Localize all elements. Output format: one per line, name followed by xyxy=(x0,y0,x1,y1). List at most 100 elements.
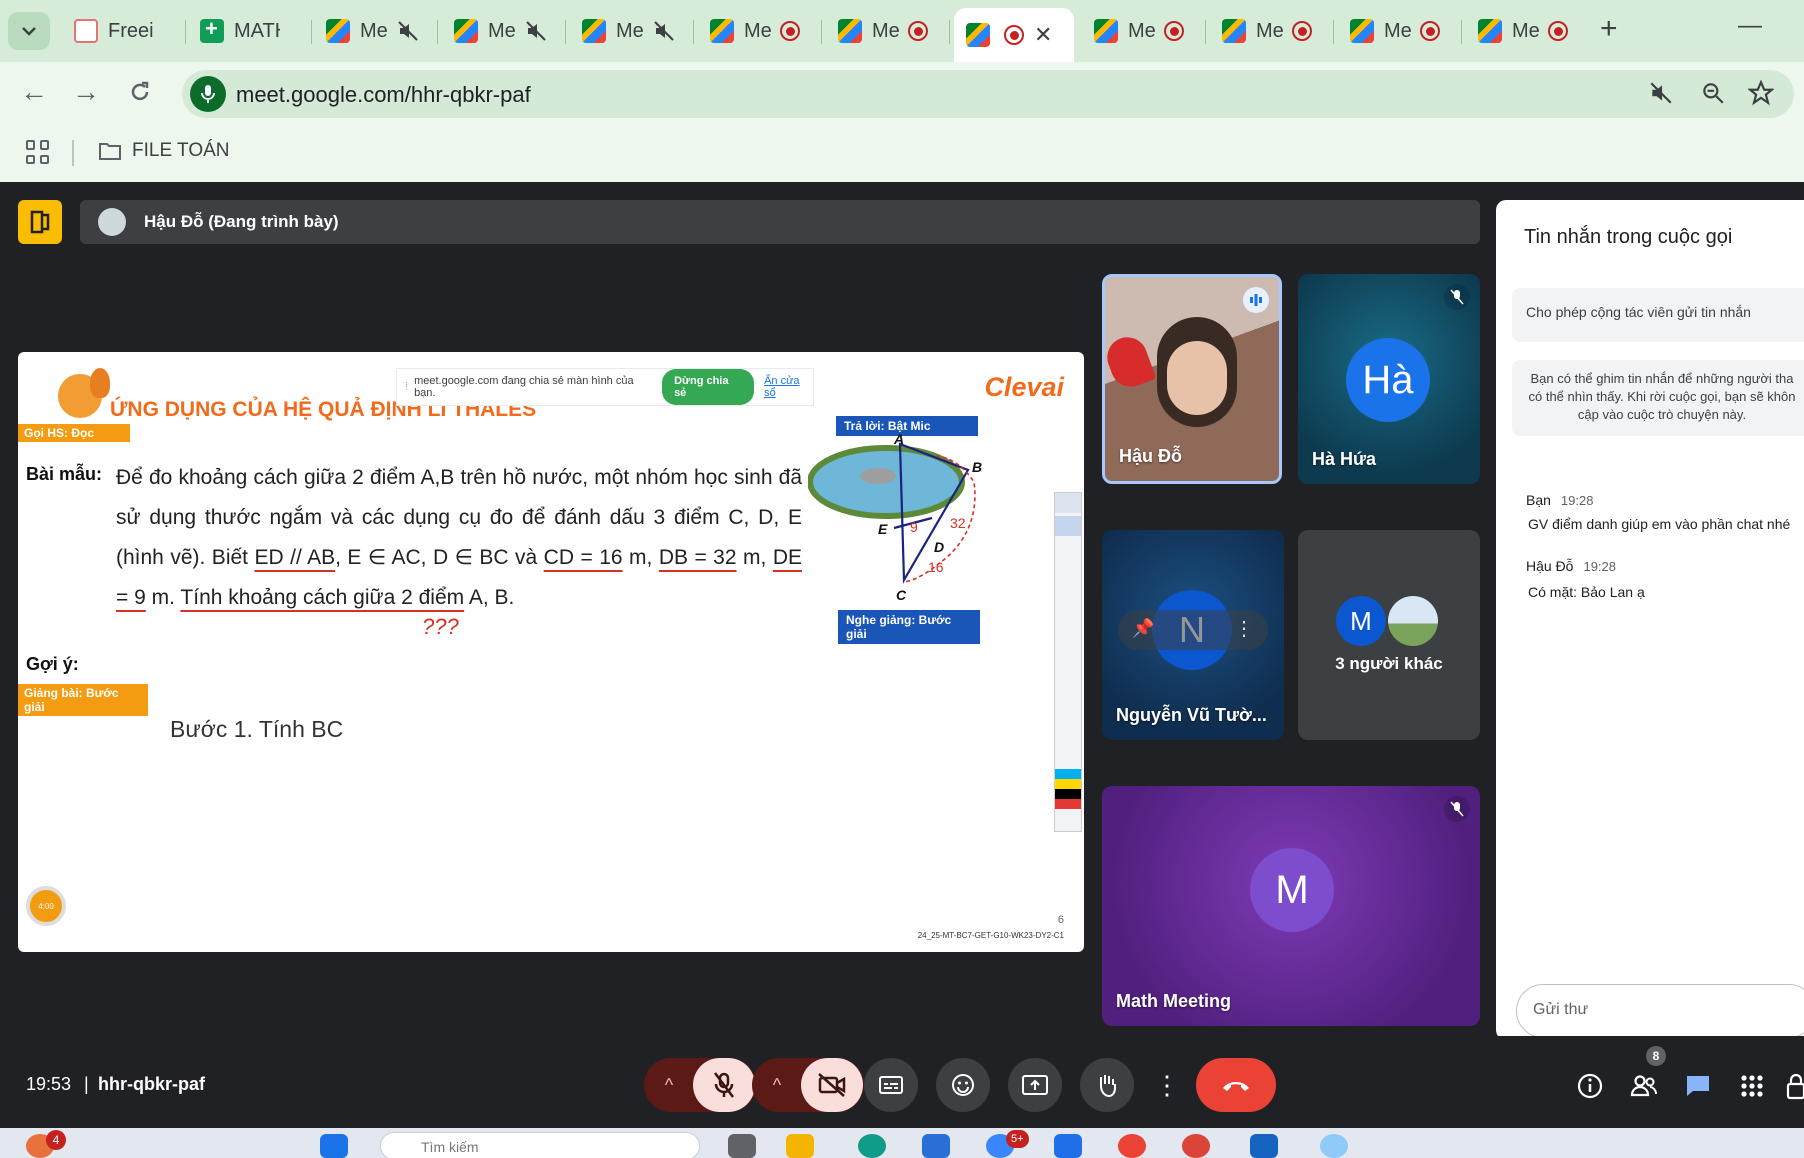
tab-meet[interactable]: Me xyxy=(698,10,822,52)
calendar-icon[interactable] xyxy=(1250,1134,1278,1158)
participant-tile-others[interactable]: M 3 người khác xyxy=(1298,530,1480,740)
allow-messages-toggle[interactable]: Cho phép cộng tác viên gửi tin nhắn xyxy=(1512,288,1804,342)
mic-off-button[interactable] xyxy=(693,1058,755,1112)
clipboard-icon[interactable] xyxy=(1055,746,1081,766)
recording-icon xyxy=(1004,25,1024,45)
pointer-icon[interactable] xyxy=(1055,516,1081,536)
present-screen-icon xyxy=(1022,1075,1048,1095)
lake-triangle-figure: A B C D E 9 32 16 xyxy=(808,432,982,603)
chevron-up-icon[interactable]: ^ xyxy=(645,1075,693,1096)
tab-meet-active[interactable]: ✕ xyxy=(954,8,1074,62)
present-layout-button[interactable] xyxy=(18,200,62,244)
pen-icon[interactable] xyxy=(1055,539,1081,559)
tab-title: MATH_ xyxy=(234,19,280,42)
url-text[interactable]: meet.google.com/hhr-qbkr-paf xyxy=(236,82,531,108)
screen-icon[interactable] xyxy=(1055,700,1081,720)
emoji-reactions-button[interactable] xyxy=(936,1058,990,1112)
close-tab-icon[interactable]: ✕ xyxy=(1034,22,1052,48)
chrome-icon[interactable] xyxy=(1118,1134,1146,1158)
back-arrow-icon[interactable]: ← xyxy=(20,76,48,108)
taskbar-search-input[interactable]: Tìm kiếm xyxy=(380,1132,700,1158)
highlighter-icon[interactable] xyxy=(1055,562,1081,582)
participant-tile-math-meeting[interactable]: M Math Meeting xyxy=(1102,786,1480,1026)
meet-icon xyxy=(1478,19,1502,43)
tab-title: Me xyxy=(872,19,900,42)
bookmark-folder[interactable]: FILE TOÁN xyxy=(98,140,230,162)
reload-icon[interactable] xyxy=(128,80,152,104)
muted-speaker-icon[interactable] xyxy=(524,19,548,43)
chevron-up-icon[interactable]: ^ xyxy=(753,1075,801,1096)
participant-tile-nguyen-vu[interactable]: N 📌 ⋮ Nguyễn Vũ Tườ... xyxy=(1102,530,1284,740)
people-icon[interactable] xyxy=(1630,1072,1658,1100)
undo-icon[interactable] xyxy=(1055,654,1081,674)
stop-sharing-button[interactable]: Dừng chia sẻ xyxy=(662,369,755,405)
tab-meet[interactable]: Me xyxy=(570,10,694,52)
door-icon xyxy=(30,210,50,234)
task-view-icon[interactable] xyxy=(728,1134,756,1158)
figure-number-label: 16 xyxy=(928,559,944,575)
participant-tile-hau-do[interactable]: Hậu Đỗ xyxy=(1102,274,1282,484)
microphone-icon[interactable] xyxy=(190,76,226,112)
start-menu-icon[interactable] xyxy=(320,1134,348,1158)
zoom-icon[interactable] xyxy=(1700,80,1726,106)
present-screen-button[interactable] xyxy=(1008,1058,1062,1112)
apps-grid-icon[interactable] xyxy=(26,140,50,164)
drag-handle-icon[interactable]: ⁞ xyxy=(405,381,408,393)
file-explorer-icon[interactable] xyxy=(786,1134,814,1158)
tab-meet[interactable]: Me xyxy=(826,10,950,52)
eraser-icon[interactable] xyxy=(1055,608,1081,628)
store-icon[interactable] xyxy=(922,1134,950,1158)
tab-meet[interactable]: Me xyxy=(1082,10,1206,52)
muted-speaker-icon[interactable] xyxy=(396,19,420,43)
meeting-info-icon[interactable] xyxy=(1576,1072,1604,1100)
forward-arrow-icon[interactable]: → xyxy=(72,76,100,108)
camera-off-button[interactable] xyxy=(801,1058,863,1112)
pin-icon[interactable]: 📌 xyxy=(1132,618,1154,639)
figure-point-label: E xyxy=(878,521,888,537)
captions-button[interactable] xyxy=(864,1058,918,1112)
tab-meet[interactable]: Me xyxy=(1210,10,1334,52)
leave-call-button[interactable] xyxy=(1196,1058,1276,1112)
tab-freeimage[interactable]: Freeima xyxy=(62,10,186,52)
chat-input[interactable]: Gửi thư xyxy=(1516,984,1804,1038)
camera-icon[interactable] xyxy=(1055,723,1081,743)
bookmark-star-icon[interactable] xyxy=(1748,80,1774,106)
host-controls-lock-icon[interactable] xyxy=(1786,1072,1804,1100)
tab-meet[interactable]: Me xyxy=(1466,10,1590,52)
more-options-icon[interactable]: ⋮ xyxy=(1234,616,1254,641)
app-icon[interactable] xyxy=(1320,1134,1348,1158)
eye-icon[interactable] xyxy=(1055,493,1081,513)
tab-search-button[interactable] xyxy=(8,12,50,50)
chrome-profile-icon[interactable] xyxy=(1182,1134,1210,1158)
avatar xyxy=(98,208,126,236)
participant-tile-ha-hua[interactable]: Hà Hà Hứa xyxy=(1298,274,1480,484)
presenter-bar: Hậu Đỗ (Đang trình bày) xyxy=(80,200,1480,244)
activities-grid-icon[interactable] xyxy=(1738,1072,1766,1100)
tab-meet[interactable]: Me xyxy=(314,10,438,52)
muted-speaker-icon[interactable] xyxy=(1648,80,1674,106)
browser-tab-bar: Freeima MATH_ Me Me Me Me Me xyxy=(0,0,1804,62)
tab-meet[interactable]: Me xyxy=(1338,10,1462,52)
trash-icon[interactable] xyxy=(1055,677,1081,697)
folder-icon xyxy=(99,143,121,160)
more-options-button[interactable]: ⋮ xyxy=(1150,1058,1184,1112)
tab-math-sheet[interactable]: MATH_ xyxy=(188,10,312,52)
hide-window-link[interactable]: Ẩn cửa sổ xyxy=(764,375,813,399)
color-palette-icon[interactable] xyxy=(1055,769,1081,809)
slide-code: 24_25-MT-BC7-GET-G10-WK23-DY2-C1 xyxy=(917,931,1064,940)
line-icon[interactable] xyxy=(1055,585,1081,605)
raise-hand-button[interactable] xyxy=(1080,1058,1134,1112)
address-bar[interactable]: meet.google.com/hhr-qbkr-paf xyxy=(182,70,1794,118)
new-tab-icon[interactable]: + xyxy=(1600,12,1618,46)
muted-speaker-icon[interactable] xyxy=(652,19,676,43)
chat-icon[interactable] xyxy=(1684,1072,1712,1100)
tab-meet[interactable]: Me xyxy=(442,10,566,52)
meet-area: Hậu Đỗ (Đang trình bày) ỨNG DỤNG CỦA HỆ … xyxy=(0,182,1804,1128)
minimize-icon[interactable]: — xyxy=(1738,12,1762,40)
dot-icon[interactable] xyxy=(1055,631,1081,651)
edge-icon[interactable] xyxy=(858,1134,886,1158)
zalo-icon[interactable] xyxy=(1054,1134,1082,1158)
presenter-name: Hậu Đỗ (Đang trình bày) xyxy=(144,212,339,231)
recording-icon xyxy=(1548,21,1568,41)
timer-badge: 4:00 xyxy=(26,886,66,926)
